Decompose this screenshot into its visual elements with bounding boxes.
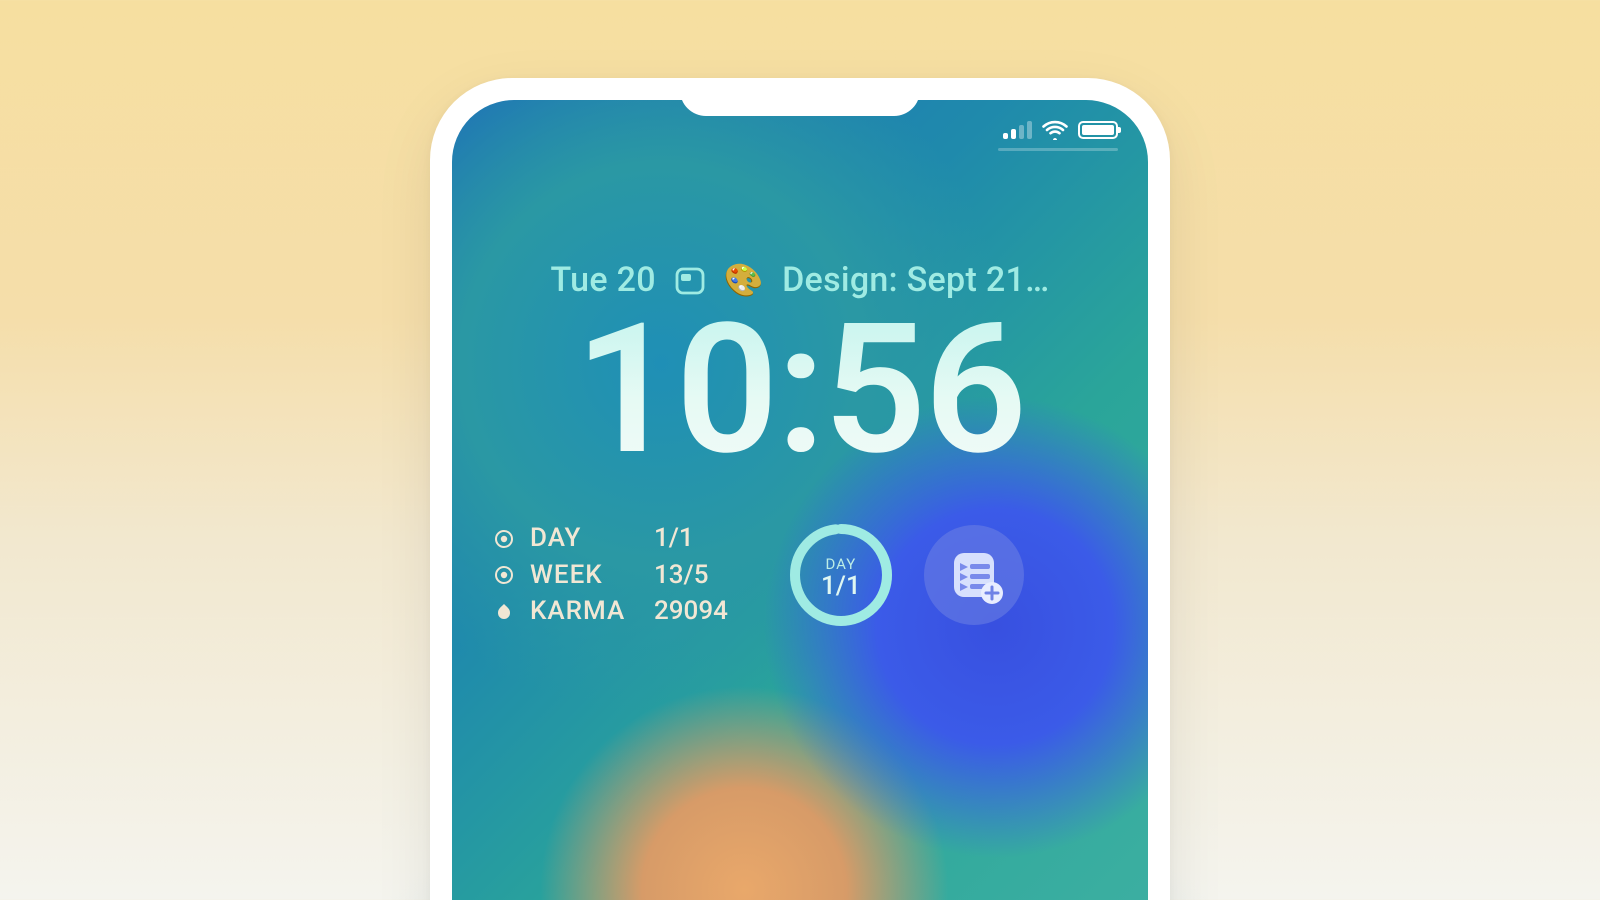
battery-icon <box>1078 121 1118 139</box>
target-icon <box>492 565 516 585</box>
lock-screen[interactable]: Tue 20 🎨 Design: Sept 21… 10:56 DAY <box>452 100 1148 900</box>
karma-icon <box>492 601 516 621</box>
wifi-icon <box>1042 120 1068 140</box>
phone-notch <box>680 78 920 116</box>
widgets-row: DAY 1/1 WEEK 13/5 KARMA 29094 <box>492 520 1108 630</box>
stat-value: 1/1 <box>654 520 694 556</box>
stat-label: DAY <box>530 520 640 556</box>
stat-label: KARMA <box>530 593 640 629</box>
clock-time: 10:56 <box>452 300 1148 480</box>
stat-row-week: WEEK 13/5 <box>492 557 728 593</box>
stat-label: WEEK <box>530 557 640 593</box>
phone-frame: Tue 20 🎨 Design: Sept 21… 10:56 DAY <box>430 78 1170 900</box>
stat-value: 29094 <box>654 593 728 629</box>
todoist-add-widget[interactable] <box>924 525 1024 625</box>
day-progress-ring-widget[interactable]: DAY 1/1 <box>786 520 896 630</box>
cellular-signal-icon <box>1003 121 1032 139</box>
stat-value: 13/5 <box>654 557 708 593</box>
stat-row-karma: KARMA 29094 <box>492 593 728 629</box>
productivity-stats-widget[interactable]: DAY 1/1 WEEK 13/5 KARMA 29094 <box>492 520 728 629</box>
target-icon <box>492 529 516 549</box>
stat-row-day: DAY 1/1 <box>492 520 728 556</box>
status-bar <box>1003 120 1118 140</box>
status-underline <box>998 148 1118 151</box>
